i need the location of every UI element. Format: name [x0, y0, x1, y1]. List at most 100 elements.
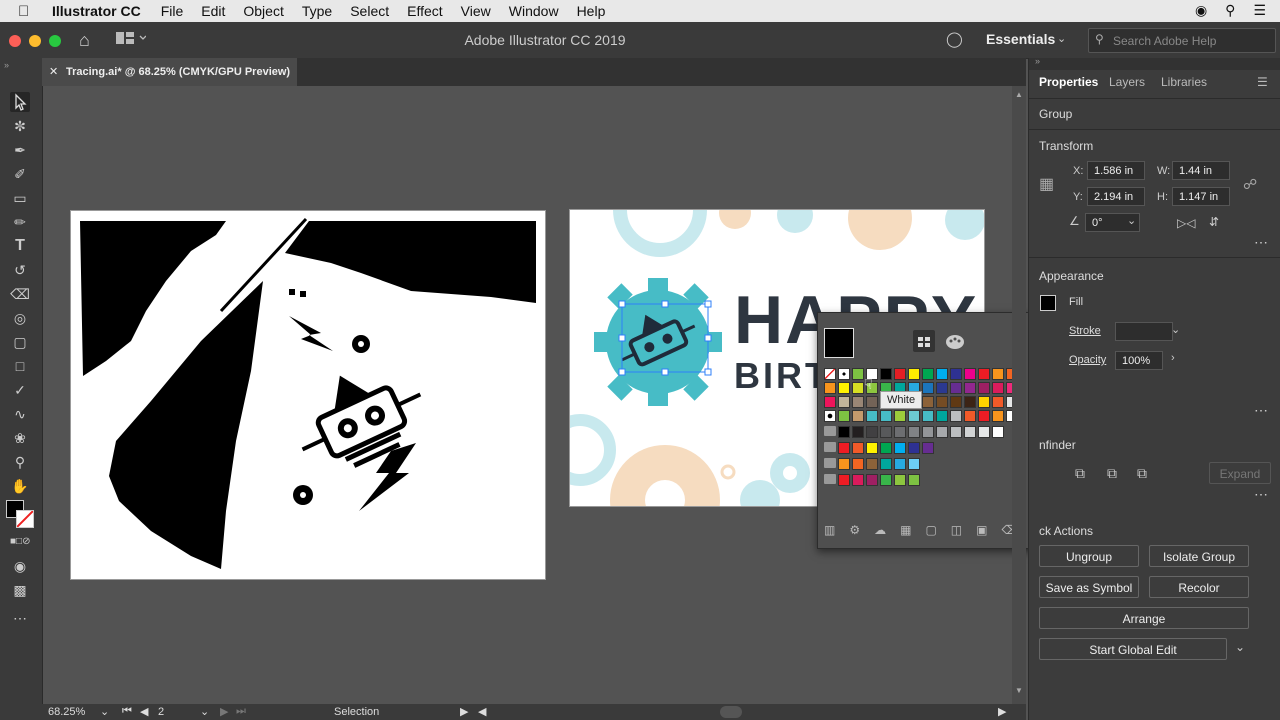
- color-swatch[interactable]: [838, 396, 850, 408]
- color-swatch[interactable]: [992, 396, 1004, 408]
- color-swatch[interactable]: [880, 426, 892, 438]
- color-swatch[interactable]: [880, 458, 892, 470]
- menu-effect[interactable]: Effect: [407, 3, 443, 19]
- pathfinder-exclude-icon[interactable]: ⧉: [1137, 465, 1147, 482]
- global-edit-chevron-down-icon[interactable]: ⌄: [1235, 640, 1245, 654]
- folder-icon[interactable]: ◫: [951, 523, 962, 539]
- current-fill-swatch[interactable]: [824, 328, 854, 358]
- w-field[interactable]: 1.44 in: [1172, 161, 1230, 180]
- color-group-folder-icon[interactable]: [824, 474, 836, 484]
- creative-cloud-icon[interactable]: ◉: [1195, 2, 1207, 19]
- menu-edit[interactable]: Edit: [201, 3, 225, 19]
- color-swatch[interactable]: [838, 410, 850, 422]
- spotlight-search-icon[interactable]: ⚲: [1225, 2, 1235, 19]
- gradient-tool-icon[interactable]: ▢: [10, 332, 30, 352]
- more-appearance-icon[interactable]: ⋯: [1254, 402, 1269, 419]
- color-swatch[interactable]: [908, 426, 920, 438]
- color-mixer-icon[interactable]: [944, 330, 966, 352]
- rotation-chevron-down-icon[interactable]: ⌄: [1127, 214, 1136, 227]
- color-swatch[interactable]: [992, 382, 1004, 394]
- color-swatch[interactable]: [866, 426, 878, 438]
- x-field[interactable]: 1.586 in: [1087, 161, 1145, 180]
- color-group-folder-icon[interactable]: [824, 442, 836, 452]
- swatch-grid[interactable]: [824, 368, 1044, 498]
- rotate-tool-icon[interactable]: ↺: [10, 260, 30, 280]
- rectangle-tool-icon[interactable]: ▭: [10, 188, 30, 208]
- tab-layers[interactable]: Layers: [1109, 75, 1145, 89]
- color-swatch[interactable]: [852, 474, 864, 486]
- reference-point-icon[interactable]: ▦: [1039, 174, 1054, 194]
- color-swatch[interactable]: [880, 410, 892, 422]
- color-swatch[interactable]: [894, 474, 906, 486]
- color-swatch[interactable]: [824, 410, 836, 422]
- color-swatch[interactable]: [936, 410, 948, 422]
- opacity-field[interactable]: 100%: [1115, 351, 1163, 370]
- last-artboard-icon[interactable]: ⏭: [236, 705, 246, 718]
- color-swatch[interactable]: [852, 410, 864, 422]
- color-swatch[interactable]: [852, 368, 864, 380]
- stroke-weight-field[interactable]: [1115, 322, 1173, 341]
- scroll-left-icon[interactable]: ◀: [478, 705, 486, 718]
- color-swatch[interactable]: [908, 410, 920, 422]
- color-swatch[interactable]: [852, 426, 864, 438]
- opacity-chevron-right-icon[interactable]: ›: [1171, 352, 1175, 364]
- menu-object[interactable]: Object: [243, 3, 283, 19]
- color-swatch[interactable]: [866, 442, 878, 454]
- chevron-down-icon[interactable]: ⌄: [1057, 32, 1066, 45]
- search-help-input[interactable]: ⚲ Search Adobe Help: [1088, 28, 1276, 53]
- color-swatch[interactable]: [950, 426, 962, 438]
- menu-type[interactable]: Type: [302, 3, 332, 19]
- fill-color-swatch[interactable]: [1040, 295, 1056, 311]
- pen-tool-icon[interactable]: ✒: [10, 140, 30, 160]
- lightbulb-icon[interactable]: ◯: [946, 30, 963, 48]
- color-swatch[interactable]: [992, 410, 1004, 422]
- first-artboard-icon[interactable]: ⏮: [122, 705, 132, 718]
- zoom-level[interactable]: 68.25%: [48, 706, 85, 718]
- color-swatch[interactable]: [880, 474, 892, 486]
- artboard-chevron-down-icon[interactable]: ⌄: [200, 705, 209, 718]
- color-swatch[interactable]: [852, 396, 864, 408]
- color-swatch[interactable]: [908, 442, 920, 454]
- color-swatch[interactable]: [922, 396, 934, 408]
- artboard-tracing[interactable]: [70, 210, 546, 580]
- tab-libraries[interactable]: Libraries: [1161, 75, 1207, 89]
- color-swatch[interactable]: [922, 368, 934, 380]
- color-mode-icon[interactable]: ■□⊘: [10, 532, 30, 552]
- color-swatch[interactable]: [950, 382, 962, 394]
- color-swatch[interactable]: [922, 382, 934, 394]
- color-swatch[interactable]: [936, 396, 948, 408]
- scroll-right-icon[interactable]: ▶: [998, 705, 1006, 718]
- more-pathfinder-icon[interactable]: ⋯: [1254, 486, 1269, 503]
- color-swatch[interactable]: [922, 442, 934, 454]
- stroke-chevron-down-icon[interactable]: ⌄: [1171, 323, 1180, 336]
- screen-mode-icon[interactable]: ▩: [10, 580, 30, 600]
- color-swatch[interactable]: [950, 368, 962, 380]
- color-swatch[interactable]: [908, 474, 920, 486]
- color-swatch[interactable]: [866, 410, 878, 422]
- color-swatch[interactable]: [936, 382, 948, 394]
- hand-tool-icon[interactable]: ✋: [10, 476, 30, 496]
- opacity-label[interactable]: Opacity: [1069, 354, 1106, 366]
- selection-tool-icon[interactable]: [10, 92, 30, 112]
- color-swatch[interactable]: [894, 368, 906, 380]
- edit-toolbar-icon[interactable]: ⋯: [10, 608, 30, 628]
- color-swatch[interactable]: [894, 458, 906, 470]
- zoom-tool-icon[interactable]: ⚲: [10, 452, 30, 472]
- collapse-icon[interactable]: »: [4, 60, 9, 70]
- vertical-scrollbar[interactable]: ▲ ▼: [1012, 86, 1026, 704]
- h-field[interactable]: 1.147 in: [1172, 187, 1230, 206]
- new-color-group-icon[interactable]: ▢: [925, 523, 936, 539]
- menu-window[interactable]: Window: [509, 3, 559, 19]
- color-swatch[interactable]: [838, 442, 850, 454]
- menu-help[interactable]: Help: [577, 3, 606, 19]
- status-menu-icon[interactable]: ▶: [460, 705, 468, 718]
- draw-mode-icon[interactable]: ◉: [10, 556, 30, 576]
- color-swatch[interactable]: [978, 410, 990, 422]
- color-swatch[interactable]: [894, 442, 906, 454]
- color-swatch[interactable]: [824, 382, 836, 394]
- color-swatch[interactable]: [922, 426, 934, 438]
- flip-horizontal-icon[interactable]: ▷◁: [1177, 216, 1195, 230]
- color-swatch[interactable]: [838, 474, 850, 486]
- arrange-button[interactable]: Arrange: [1039, 607, 1249, 629]
- new-swatch-icon[interactable]: ▣: [976, 523, 987, 539]
